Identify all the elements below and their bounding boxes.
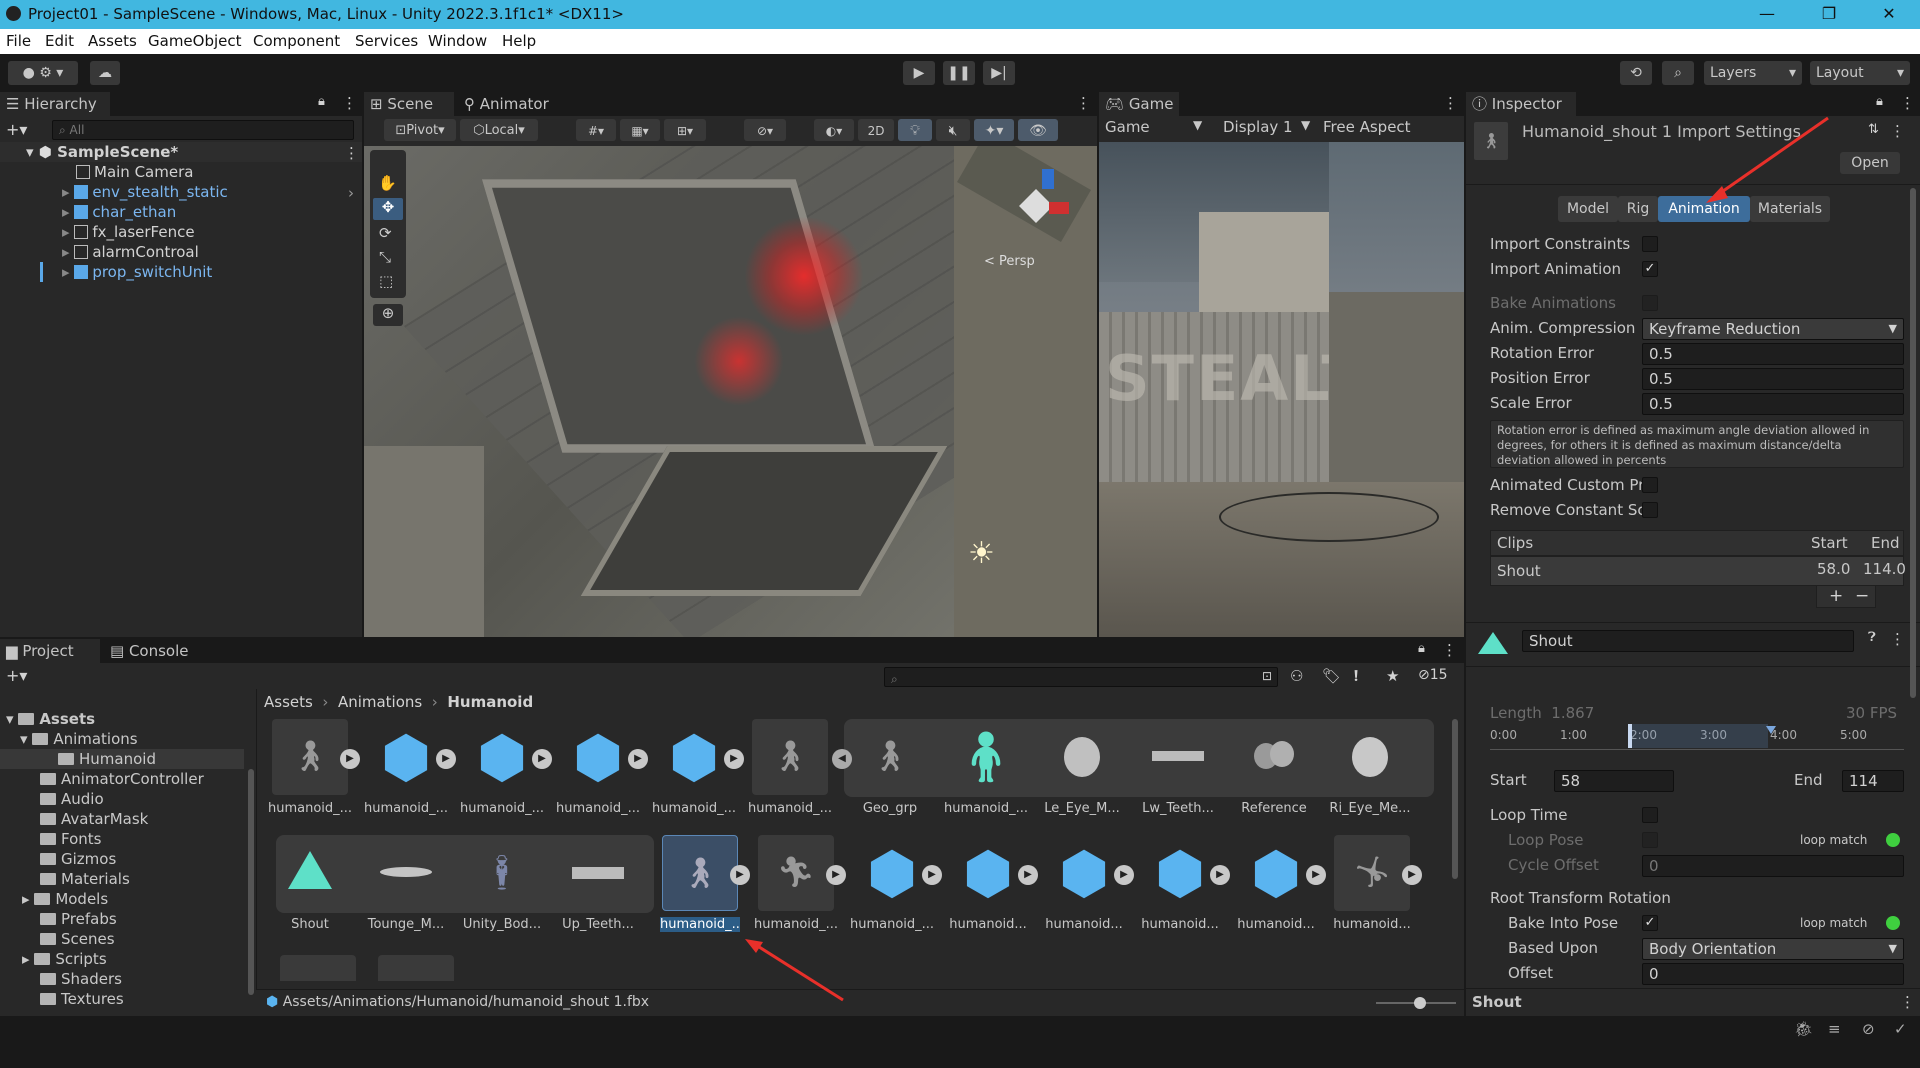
annotation-arrows: [745, 116, 1829, 1002]
annotation-arrow-animation: [1715, 116, 1829, 198]
annotation-arrowhead: [745, 939, 763, 953]
annotation-arrow-asset: [755, 943, 844, 1002]
